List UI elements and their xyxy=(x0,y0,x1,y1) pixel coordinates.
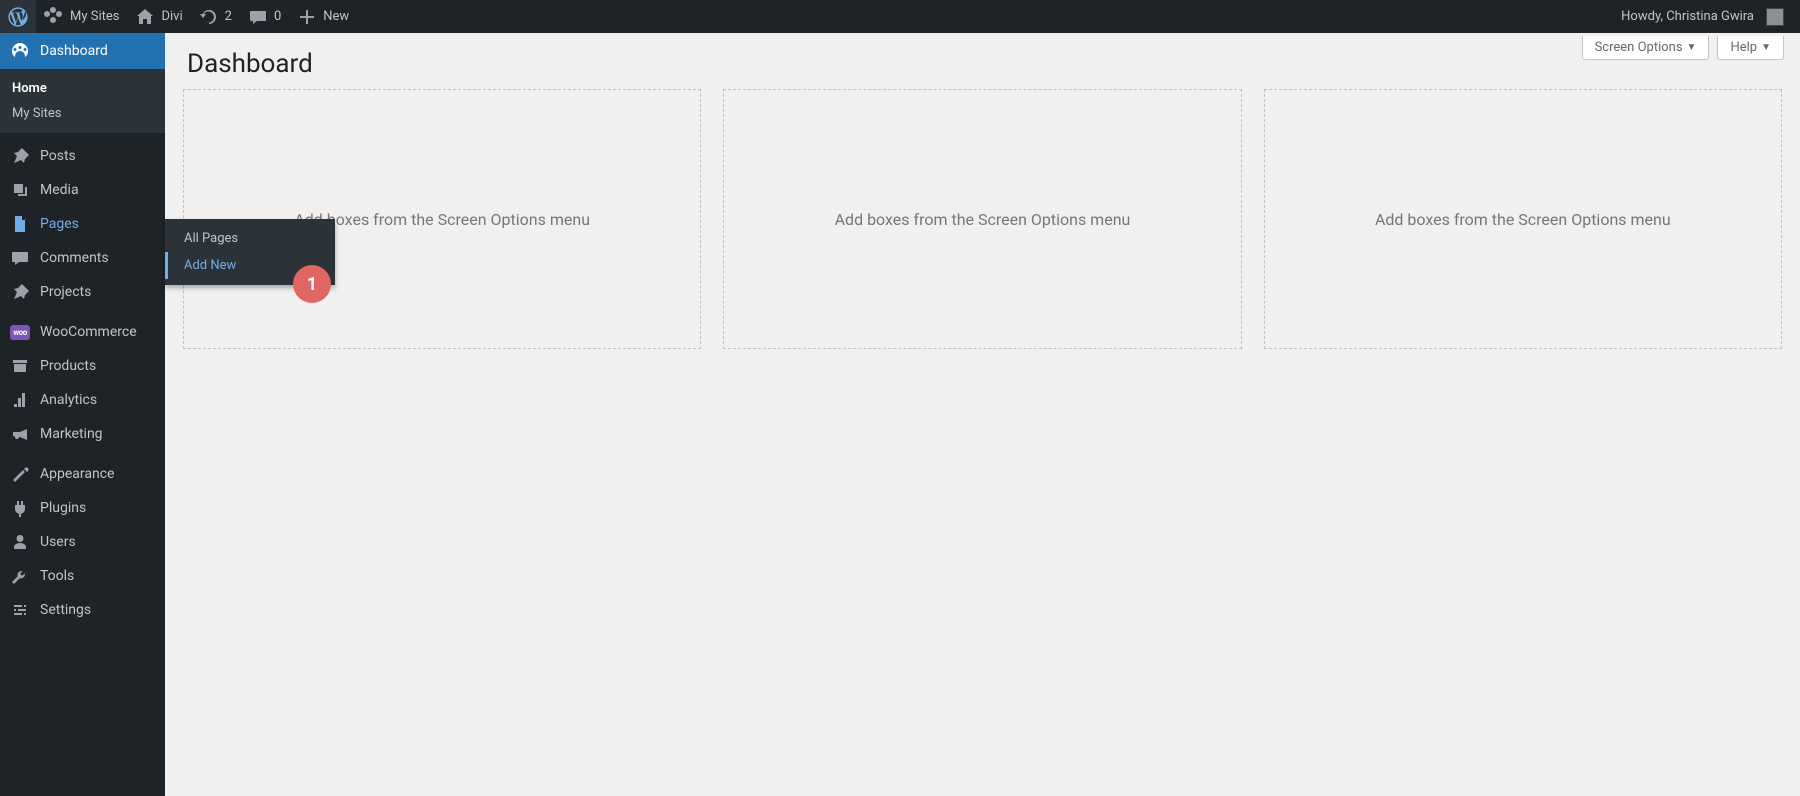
pin-icon xyxy=(10,282,30,302)
menu-label: Settings xyxy=(40,602,91,618)
new-label: New xyxy=(323,9,349,24)
settings-icon xyxy=(10,600,30,620)
dashbox-placeholder: Add boxes from the Screen Options menu xyxy=(723,89,1241,349)
media-icon xyxy=(10,180,30,200)
menu-label: Analytics xyxy=(40,392,97,408)
menu-label: Media xyxy=(40,182,79,198)
menu-label: Projects xyxy=(40,284,91,300)
comment-icon xyxy=(248,7,268,27)
menu-label: Plugins xyxy=(40,500,86,516)
dashbox-placeholder: Add boxes from the Screen Options menu xyxy=(1264,89,1782,349)
menu-media[interactable]: Media xyxy=(0,173,165,207)
dashboard-icon xyxy=(10,41,30,61)
comments-count: 0 xyxy=(274,9,281,24)
help-toggle[interactable]: Help ▼ xyxy=(1717,36,1784,60)
menu-label: Posts xyxy=(40,148,76,164)
screen-options-label: Screen Options xyxy=(1595,40,1683,55)
menu-tools[interactable]: Tools xyxy=(0,559,165,593)
placeholder-text: Add boxes from the Screen Options menu xyxy=(1375,210,1671,229)
menu-posts[interactable]: Posts xyxy=(0,139,165,173)
content-area: Screen Options ▼ Help ▼ Dashboard Add bo… xyxy=(165,33,1800,796)
menu-pages[interactable]: Pages xyxy=(0,207,165,241)
menu-woocommerce[interactable]: woo WooCommerce xyxy=(0,315,165,349)
menu-label: Marketing xyxy=(40,426,103,442)
updates-link[interactable]: 2 xyxy=(191,0,240,33)
wordpress-icon xyxy=(8,7,28,27)
menu-comments[interactable]: Comments xyxy=(0,241,165,275)
menu-label: Users xyxy=(40,534,76,550)
updates-count: 2 xyxy=(225,9,232,24)
submenu-home[interactable]: Home xyxy=(0,76,165,101)
menu-users[interactable]: Users xyxy=(0,525,165,559)
chart-bar-icon xyxy=(10,390,30,410)
woocommerce-icon: woo xyxy=(10,322,30,342)
menu-analytics[interactable]: Analytics xyxy=(0,383,165,417)
menu-plugins[interactable]: Plugins xyxy=(0,491,165,525)
account-link[interactable]: Howdy, Christina Gwira xyxy=(1613,0,1792,33)
archive-icon xyxy=(10,356,30,376)
site-name-label: Divi xyxy=(161,9,182,24)
menu-label: Appearance xyxy=(40,466,114,482)
placeholder-text: Add boxes from the Screen Options menu xyxy=(294,210,590,229)
update-icon xyxy=(199,7,219,27)
menu-label: Dashboard xyxy=(40,43,108,59)
page-icon xyxy=(10,214,30,234)
menu-dashboard[interactable]: Dashboard xyxy=(0,33,165,69)
greeting-text: Howdy, Christina Gwira xyxy=(1621,9,1754,24)
menu-projects[interactable]: Projects xyxy=(0,275,165,309)
new-content-link[interactable]: New xyxy=(289,0,357,33)
annotation-step-1: 1 xyxy=(293,265,331,303)
chevron-down-icon: ▼ xyxy=(1761,42,1771,53)
comments-link[interactable]: 0 xyxy=(240,0,289,33)
menu-label: Tools xyxy=(40,568,74,584)
screen-meta-links: Screen Options ▼ Help ▼ xyxy=(1582,36,1784,60)
menu-appearance[interactable]: Appearance xyxy=(0,457,165,491)
menu-products[interactable]: Products xyxy=(0,349,165,383)
pin-icon xyxy=(10,146,30,166)
submenu-my-sites[interactable]: My Sites xyxy=(0,101,165,126)
plugin-icon xyxy=(10,498,30,518)
dashboard-widgets: Add boxes from the Screen Options menu A… xyxy=(165,89,1800,349)
site-link[interactable]: Divi xyxy=(127,0,190,33)
admin-toolbar: My Sites Divi 2 0 New xyxy=(0,0,1800,33)
page-title: Dashboard xyxy=(165,33,1800,89)
admin-sidebar: Dashboard Home My Sites Posts Media Page… xyxy=(0,33,165,796)
megaphone-icon xyxy=(10,424,30,444)
menu-label: WooCommerce xyxy=(40,324,137,340)
multisite-icon xyxy=(44,7,64,27)
chevron-down-icon: ▼ xyxy=(1687,42,1697,53)
my-sites-link[interactable]: My Sites xyxy=(36,0,127,33)
menu-label: Products xyxy=(40,358,96,374)
menu-label: Pages xyxy=(40,216,79,232)
menu-settings[interactable]: Settings xyxy=(0,593,165,627)
avatar xyxy=(1766,8,1784,26)
placeholder-text: Add boxes from the Screen Options menu xyxy=(835,210,1131,229)
screen-options-toggle[interactable]: Screen Options ▼ xyxy=(1582,36,1710,60)
menu-label: Comments xyxy=(40,250,109,266)
plus-icon xyxy=(297,7,317,27)
flyout-all-pages[interactable]: All Pages xyxy=(165,225,335,252)
help-label: Help xyxy=(1730,40,1757,55)
home-icon xyxy=(135,7,155,27)
user-icon xyxy=(10,532,30,552)
tools-icon xyxy=(10,566,30,586)
comments-icon xyxy=(10,248,30,268)
my-sites-label: My Sites xyxy=(70,9,119,24)
menu-marketing[interactable]: Marketing xyxy=(0,417,165,451)
appearance-icon xyxy=(10,464,30,484)
wp-logo[interactable] xyxy=(0,0,36,33)
dashboard-submenu: Home My Sites xyxy=(0,69,165,133)
